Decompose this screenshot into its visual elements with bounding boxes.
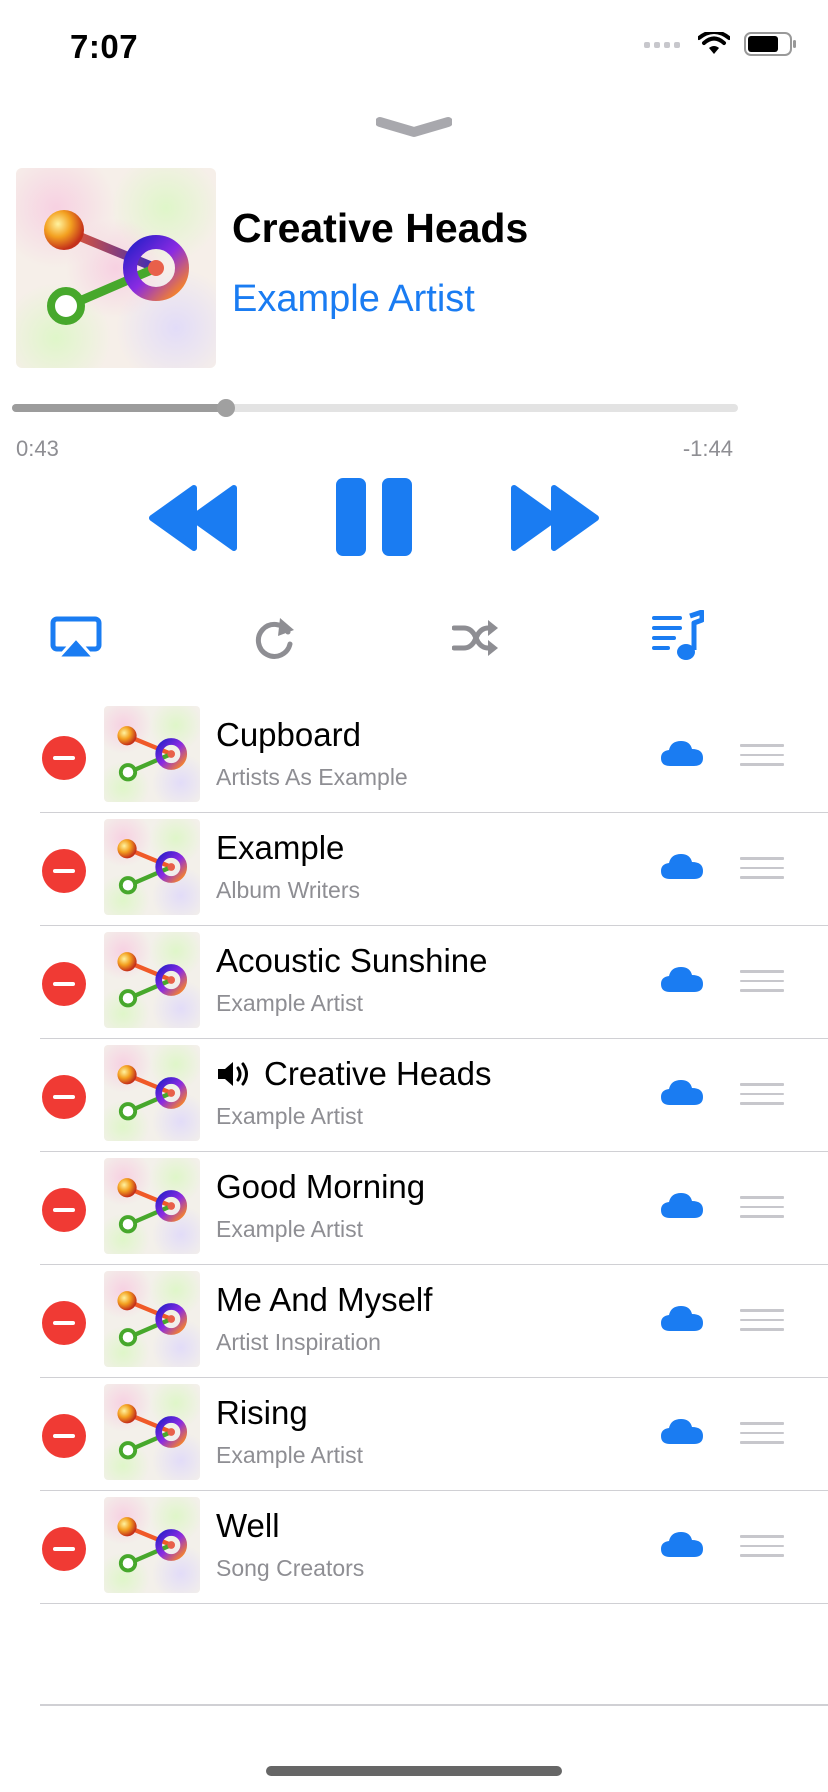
track-artist: Album Writers (216, 877, 360, 903)
speaker-playing-icon (218, 1062, 248, 1086)
delete-button[interactable] (42, 736, 86, 780)
track-title-text: Acoustic Sunshine (216, 942, 488, 979)
track-artwork (104, 1384, 200, 1480)
track-title-text: Well (216, 1507, 280, 1544)
track-title: Cupboard (216, 716, 361, 754)
track-artist: Example Artist (216, 990, 363, 1016)
track-artwork (104, 1045, 200, 1141)
cloud-icon[interactable] (660, 1077, 704, 1112)
now-playing-artist[interactable]: Example Artist (232, 278, 475, 321)
progress-knob[interactable] (217, 399, 236, 417)
queue-row[interactable]: Me And Myself Artist Inspiration (40, 1265, 828, 1378)
track-title-text: Rising (216, 1394, 308, 1431)
delete-button[interactable] (42, 1301, 86, 1345)
track-artist: Example Artist (216, 1216, 363, 1242)
track-artwork (104, 1158, 200, 1254)
track-title-text: Me And Myself (216, 1281, 433, 1318)
cloud-icon[interactable] (660, 1416, 704, 1451)
delete-button[interactable] (42, 1414, 86, 1458)
track-artwork (104, 819, 200, 915)
track-title: Good Morning (216, 1168, 425, 1206)
reorder-handle-icon[interactable] (740, 744, 784, 773)
progress-slider[interactable] (12, 399, 738, 417)
delete-button[interactable] (42, 962, 86, 1006)
reorder-handle-icon[interactable] (740, 1422, 784, 1451)
cellular-signal-icon (644, 42, 680, 48)
track-artwork (104, 1271, 200, 1367)
battery-icon (744, 32, 796, 56)
previous-track-button[interactable] (148, 482, 240, 554)
status-time: 7:07 (70, 28, 139, 65)
track-artwork (104, 932, 200, 1028)
queue-row[interactable]: Cupboard Artists As Example (40, 700, 828, 813)
artwork-image (16, 168, 216, 368)
queue-row[interactable]: Rising Example Artist (40, 1378, 828, 1491)
cloud-icon[interactable] (660, 1190, 704, 1225)
reorder-handle-icon[interactable] (740, 857, 784, 886)
shuffle-button[interactable] (452, 618, 498, 658)
remaining-time: -1:44 (682, 436, 733, 461)
track-artist: Artist Inspiration (216, 1329, 381, 1355)
cloud-icon[interactable] (660, 1529, 704, 1564)
status-icons (644, 32, 798, 56)
list-bottom-divider (40, 1704, 828, 1706)
reorder-handle-icon[interactable] (740, 1196, 784, 1225)
track-title: Creative Heads (216, 1055, 491, 1093)
cloud-icon[interactable] (660, 851, 704, 886)
cloud-icon[interactable] (660, 964, 704, 999)
track-title-text: Cupboard (216, 716, 361, 753)
track-title: Example (216, 829, 344, 867)
queue-row[interactable]: Good Morning Example Artist (40, 1152, 828, 1265)
wifi-icon (698, 32, 730, 54)
reorder-handle-icon[interactable] (740, 970, 784, 999)
elapsed-time: 0:43 (16, 436, 59, 461)
next-track-button[interactable] (508, 482, 600, 554)
home-indicator[interactable] (266, 1766, 562, 1776)
track-artist: Song Creators (216, 1555, 365, 1581)
delete-button[interactable] (42, 849, 86, 893)
delete-button[interactable] (42, 1527, 86, 1571)
queue-list: Cupboard Artists As Example Example Albu… (40, 700, 828, 1604)
reorder-handle-icon[interactable] (740, 1083, 784, 1112)
track-artwork (104, 706, 200, 802)
track-artist: Example Artist (216, 1103, 363, 1129)
track-title-text: Good Morning (216, 1168, 426, 1205)
queue-row[interactable]: Example Album Writers (40, 813, 828, 926)
repeat-button[interactable] (254, 614, 298, 662)
track-artist: Artists As Example (216, 764, 408, 790)
progress-fill (12, 404, 227, 412)
cloud-icon[interactable] (660, 738, 704, 773)
track-title-text: Example (216, 829, 345, 866)
cloud-icon[interactable] (660, 1303, 704, 1338)
delete-button[interactable] (42, 1075, 86, 1119)
queue-row[interactable]: Acoustic Sunshine Example Artist (40, 926, 828, 1039)
track-title: Me And Myself (216, 1281, 432, 1319)
track-artist: Example Artist (216, 1442, 363, 1468)
track-title: Well (216, 1507, 280, 1545)
reorder-handle-icon[interactable] (740, 1535, 784, 1564)
queue-list-button[interactable] (650, 610, 704, 664)
album-artwork (16, 168, 216, 368)
reorder-handle-icon[interactable] (740, 1309, 784, 1338)
track-title: Rising (216, 1394, 308, 1432)
queue-row[interactable]: Creative Heads Example Artist (40, 1039, 828, 1152)
now-playing-title: Creative Heads (232, 205, 529, 251)
dismiss-chevron-icon[interactable] (376, 116, 452, 140)
delete-button[interactable] (42, 1188, 86, 1232)
track-title: Acoustic Sunshine (216, 942, 488, 980)
track-artwork (104, 1497, 200, 1593)
pause-button[interactable] (334, 476, 414, 558)
airplay-button[interactable] (50, 616, 102, 660)
track-title-text: Creative Heads (264, 1055, 492, 1092)
queue-row[interactable]: Well Song Creators (40, 1491, 828, 1604)
